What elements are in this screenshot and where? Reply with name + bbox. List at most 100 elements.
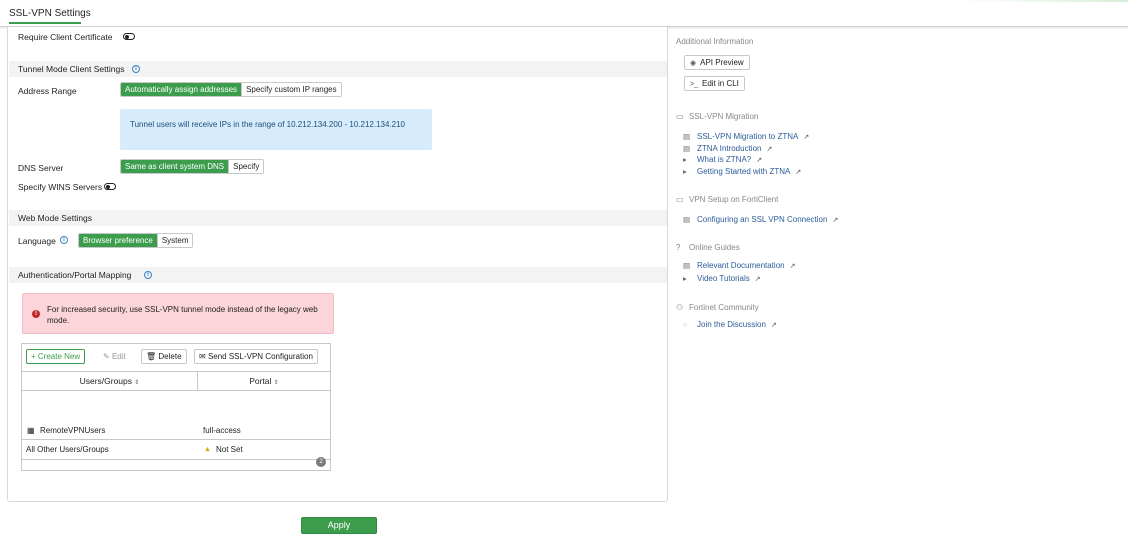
row-count-badge: 2 (316, 457, 326, 467)
online-guides-label: Online Guides (689, 243, 740, 252)
row-user: All Other Users/Groups (26, 445, 109, 454)
external-link-icon: ↗ (803, 134, 810, 141)
delete-button[interactable]: 🗑 Delete (141, 349, 187, 364)
sort-icon: ⇕ (273, 380, 279, 386)
table-header: Users/Groups ⇕ Portal ⇕ (22, 371, 330, 391)
vpn-setup-label: VPN Setup on FortiClient (689, 195, 779, 204)
link-label: ZTNA Introduction (697, 144, 762, 153)
table-row[interactable]: ▦ RemoteVPNUsers full-access (22, 421, 330, 440)
document-icon: ▤ (683, 215, 691, 224)
wins-servers-label: Specify WINS Servers (18, 182, 103, 192)
column-header-users-groups[interactable]: Users/Groups ⇕ (22, 372, 198, 391)
row-user: RemoteVPNUsers (40, 426, 106, 435)
link-join-the-discussion[interactable]: ◌ Join the Discussion ↗ (683, 320, 777, 329)
ssl-vpn-migration-title: ▭ SSL-VPN Migration (676, 112, 758, 121)
vpn-setup-title: ▭ VPN Setup on FortiClient (676, 195, 778, 204)
info-icon[interactable]: i (144, 271, 152, 279)
link-label: SSL-VPN Migration to ZTNA (697, 132, 799, 141)
language-selector: Browser preference System (78, 233, 194, 248)
alert-icon: ! (32, 310, 40, 318)
link-label: What is ZTNA? (697, 155, 752, 164)
document-icon: ▤ (683, 261, 691, 270)
external-link-icon: ↗ (789, 263, 796, 270)
edit-in-cli-button[interactable]: >_ Edit in CLI (684, 76, 745, 91)
dns-server-label: DNS Server (18, 163, 64, 173)
info-icon[interactable]: i (60, 236, 68, 244)
fortinet-community-title: ⚇ Fortinet Community (676, 303, 759, 312)
address-range-custom-option[interactable]: Specify custom IP ranges (241, 83, 341, 96)
api-preview-label: API Preview (700, 58, 744, 67)
auth-portal-section-header: Authentication/Portal Mapping i (9, 267, 667, 283)
link-configuring-ssl-vpn[interactable]: ▤ Configuring an SSL VPN Connection ↗ (683, 215, 838, 224)
video-icon: ▸ (683, 274, 687, 283)
pencil-icon: ✎ (103, 352, 112, 361)
info-sidebar: Additional Information ◉ API Preview >_ Ed… (668, 27, 1128, 535)
page-title[interactable]: SSL-VPN Settings (9, 8, 91, 19)
security-alert: ! For increased security, use SSL-VPN tu… (22, 293, 334, 334)
external-link-icon: ↗ (832, 217, 839, 224)
community-icon: ⚇ (676, 303, 684, 312)
trash-icon: 🗑 (146, 352, 159, 361)
send-config-button-label: Send SSL-VPN Configuration (207, 352, 313, 361)
web-mode-section-title: Web Mode Settings (18, 213, 93, 223)
tunnel-mode-section-header: Tunnel Mode Client Settings i (9, 61, 667, 77)
link-label: Video Tutorials (697, 274, 750, 283)
apply-button[interactable]: Apply (301, 517, 377, 534)
web-mode-section-header: Web Mode Settings (9, 210, 667, 226)
link-what-is-ztna[interactable]: ▸ What is ZTNA? ↗ (683, 155, 762, 164)
security-alert-text: For increased security, use SSL-VPN tunn… (47, 305, 318, 325)
settings-panel: Require Client Certificate Tunnel Mode C… (7, 27, 668, 502)
table-row[interactable]: All Other Users/Groups ▲ Not Set (22, 440, 330, 459)
additional-information-title: Additional Information (676, 37, 754, 46)
link-ssl-vpn-migration-to-ztna[interactable]: ▤ SSL-VPN Migration to ZTNA ↗ (683, 132, 809, 141)
column-header-label: Portal (249, 376, 272, 386)
link-label: Relevant Documentation (697, 261, 785, 270)
ip-range-info-box: Tunnel users will receive IPs in the ran… (120, 109, 432, 150)
top-bar-accent (0, 0, 1128, 2)
link-relevant-documentation[interactable]: ▤ Relevant Documentation ↗ (683, 261, 795, 270)
create-new-button[interactable]: + Create New (26, 349, 86, 364)
auth-portal-section-title: Authentication/Portal Mapping (18, 270, 132, 280)
envelope-icon: ✉ (199, 352, 208, 361)
auth-portal-table: + Create New ✎ Edit 🗑 Delete ✉ Send SSL-… (21, 343, 331, 471)
dns-same-as-client-option[interactable]: Same as client system DNS (121, 160, 229, 173)
wins-servers-toggle[interactable] (104, 183, 116, 190)
address-range-selector: Automatically assign addresses Specify c… (120, 82, 342, 97)
language-system-option[interactable]: System (156, 234, 193, 247)
link-label: Getting Started with ZTNA (697, 167, 791, 176)
external-link-icon: ↗ (795, 169, 802, 176)
api-preview-button[interactable]: ◉ API Preview (684, 55, 750, 70)
external-link-icon: ↗ (756, 157, 763, 164)
dns-specify-option[interactable]: Specify (228, 160, 264, 173)
active-tab-underline (9, 22, 81, 24)
link-label: Configuring an SSL VPN Connection (697, 215, 828, 224)
external-link-icon: ↗ (766, 146, 773, 153)
ip-range-info-text: Tunnel users will receive IPs in the ran… (130, 120, 405, 129)
require-client-certificate-toggle[interactable] (123, 33, 135, 40)
delete-button-label: Delete (158, 352, 182, 361)
online-guides-title: ? Online Guides (676, 243, 740, 252)
laptop-icon: ▭ (676, 195, 684, 204)
document-icon: ▤ (683, 132, 691, 141)
table-footer-divider (22, 459, 330, 460)
external-link-icon: ↗ (754, 276, 761, 283)
address-range-auto-option[interactable]: Automatically assign addresses (121, 83, 242, 96)
dns-server-selector: Same as client system DNS Specify (120, 159, 265, 174)
link-video-tutorials[interactable]: ▸ Video Tutorials ↗ (683, 274, 761, 283)
info-icon[interactable]: i (132, 65, 140, 73)
laptop-icon: ▭ (676, 112, 684, 121)
link-getting-started-with-ztna[interactable]: ▸ Getting Started with ZTNA ↗ (683, 167, 801, 176)
language-browser-option[interactable]: Browser preference (79, 234, 157, 247)
edit-button-label: Edit (111, 352, 126, 361)
column-header-portal[interactable]: Portal ⇕ (198, 372, 330, 391)
edit-button[interactable]: ✎ Edit (98, 349, 131, 364)
send-config-button[interactable]: ✉ Send SSL-VPN Configuration (194, 349, 318, 364)
terminal-icon: >_ (690, 81, 698, 88)
row-portal: Not Set (216, 445, 243, 454)
link-label: Join the Discussion (697, 320, 766, 329)
ssl-vpn-migration-label: SSL-VPN Migration (689, 112, 759, 121)
external-link-icon: ↗ (770, 322, 777, 329)
tunnel-mode-section-title: Tunnel Mode Client Settings (18, 64, 125, 74)
video-icon: ▸ (683, 155, 687, 164)
link-ztna-introduction[interactable]: ▤ ZTNA Introduction ↗ (683, 144, 772, 153)
